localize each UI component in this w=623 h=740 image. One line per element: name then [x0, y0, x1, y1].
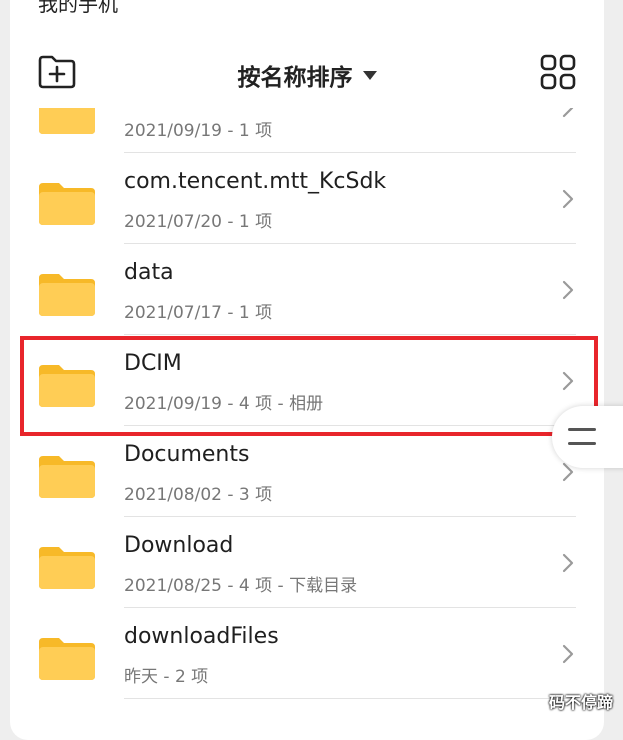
- folder-meta: 2021/07/20 - 1 项: [124, 212, 273, 232]
- list-item[interactable]: Download 2021/08/25 - 4 项 - 下载目录: [10, 517, 604, 608]
- folder-name: data: [124, 260, 174, 285]
- handle-bar: [568, 428, 596, 431]
- sort-dropdown[interactable]: 按名称排序: [10, 58, 604, 92]
- folder-meta: 2021/07/17 - 1 项: [124, 303, 273, 323]
- list-item[interactable]: downloadFiles 昨天 - 2 项: [10, 608, 604, 699]
- chevron-right-icon: [562, 108, 574, 118]
- list-item[interactable]: 2021/09/19 - 1 项: [10, 108, 604, 153]
- chevron-right-icon: [562, 553, 574, 573]
- list-item[interactable]: data 2021/07/17 - 1 项: [10, 244, 604, 335]
- list-item[interactable]: Documents 2021/08/02 - 3 项: [10, 426, 604, 517]
- sort-label: 按名称排序: [237, 65, 353, 91]
- folder-meta: 2021/09/19 - 1 项: [124, 121, 273, 141]
- handle-bar: [568, 442, 596, 445]
- chevron-right-icon: [562, 189, 574, 209]
- folder-name: Download: [124, 533, 234, 558]
- folder-name: com.tencent.mtt_KcSdk: [124, 169, 387, 194]
- toolbar: 按名称排序: [10, 48, 604, 102]
- folder-name: Documents: [124, 442, 250, 467]
- folder-icon: [39, 274, 95, 316]
- folder-meta: 昨天 - 2 项: [124, 667, 209, 687]
- fast-scroll-handle[interactable]: [552, 406, 623, 468]
- folder-icon: [39, 108, 95, 134]
- chevron-right-icon: [562, 644, 574, 664]
- highlight-annotation: [20, 336, 598, 436]
- folder-meta: 2021/08/02 - 3 项: [124, 485, 273, 505]
- page-title: 我的手机: [38, 0, 118, 16]
- folder-icon: [39, 638, 95, 680]
- folder-icon: [39, 547, 95, 589]
- caret-down-icon: [362, 71, 377, 80]
- grid-view-icon[interactable]: [540, 54, 576, 90]
- watermark: 码不停蹄: [548, 693, 613, 712]
- folder-icon: [39, 183, 95, 225]
- list-item[interactable]: com.tencent.mtt_KcSdk 2021/07/20 - 1 项: [10, 153, 604, 244]
- folder-name: downloadFiles: [124, 624, 279, 649]
- divider: [124, 698, 576, 699]
- chevron-right-icon: [562, 280, 574, 300]
- folder-meta: 2021/08/25 - 4 项 - 下载目录: [124, 576, 358, 596]
- folder-icon: [39, 456, 95, 498]
